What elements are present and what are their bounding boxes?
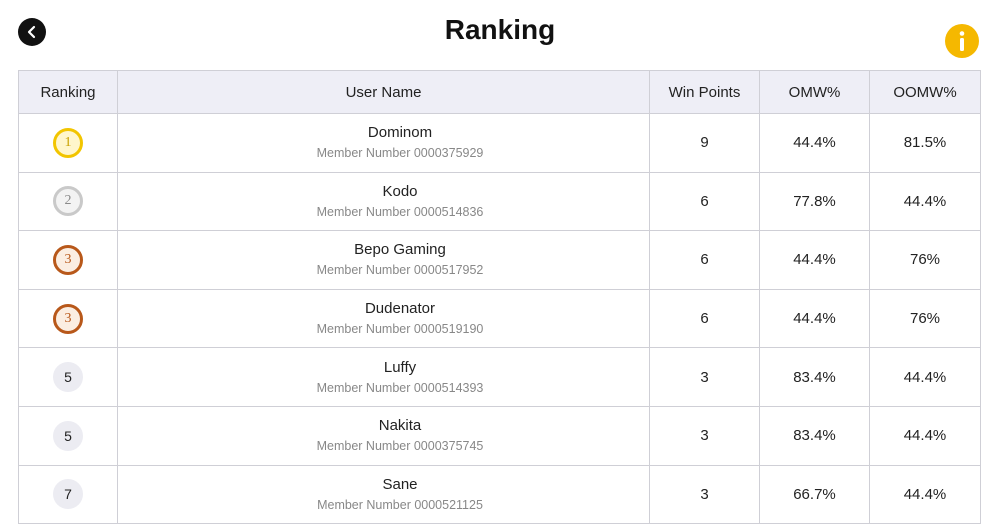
table-row[interactable]: 5 Luffy Member Number 0000514393 3 83.4%… [18,347,981,407]
user-cell: Dominom Member Number 0000375929 [117,113,650,173]
win-points-cell: 3 [649,347,760,407]
rank-cell: 7 [18,464,118,524]
column-header-oomw: OOMW% [869,70,981,114]
table-row[interactable]: 5 Nakita Member Number 0000375745 3 83.4… [18,405,981,466]
omw-cell: 83.4% [759,405,870,466]
member-number: Member Number 0000514836 [316,204,484,219]
win-points-cell: 6 [649,288,760,349]
win-points-cell: 3 [649,405,760,466]
rank-badge: 7 [53,479,83,510]
omw-cell: 83.4% [759,347,870,407]
table-row[interactable]: 7 Sane Member Number 0000521125 3 66.7% … [18,464,981,524]
member-number: Member Number 0000375929 [316,146,484,161]
page-title: Ranking [444,14,556,45]
rank-badge-bronze: 3 [53,303,83,334]
user-name: Dudenator [364,300,436,318]
member-number: Member Number 0000517952 [316,263,484,278]
column-header-omw: OMW% [759,70,870,114]
omw-cell: 44.4% [759,230,870,290]
user-name: Dominom [367,124,433,142]
rank-badge-bronze: 3 [53,244,83,275]
rank-cell: 3 [18,230,118,290]
win-points-cell: 9 [649,113,760,173]
rank-cell: 3 [18,288,118,349]
oomw-cell: 81.5% [869,113,981,173]
user-name: Nakita [378,417,422,435]
omw-cell: 66.7% [759,464,870,524]
oomw-cell: 76% [869,288,981,349]
ranking-table: Ranking User Name Win Points OMW% OOMW% … [18,70,981,524]
member-number: Member Number 0000519190 [316,322,484,337]
member-number: Member Number 0000521125 [317,497,483,512]
rank-badge-silver: 2 [53,186,83,217]
info-button[interactable] [945,24,979,58]
info-icon [959,31,965,51]
omw-cell: 44.4% [759,113,870,173]
user-cell: Luffy Member Number 0000514393 [117,347,650,407]
rank-cell: 2 [18,171,118,232]
member-number: Member Number 0000375745 [316,439,484,454]
rank-badge-gold: 1 [53,127,83,158]
omw-cell: 77.8% [759,171,870,232]
user-cell: Bepo Gaming Member Number 0000517952 [117,230,650,290]
table-header-row: Ranking User Name Win Points OMW% OOMW% [18,70,981,114]
rank-cell: 5 [18,405,118,466]
user-cell: Sane Member Number 0000521125 [117,464,650,524]
user-cell: Dudenator Member Number 0000519190 [117,288,650,349]
oomw-cell: 76% [869,230,981,290]
oomw-cell: 44.4% [869,171,981,232]
omw-cell: 44.4% [759,288,870,349]
column-header-ranking: Ranking [18,70,118,114]
table-row[interactable]: 2 Kodo Member Number 0000514836 6 77.8% … [18,171,981,232]
rank-badge: 5 [53,362,83,393]
table-row[interactable]: 1 Dominom Member Number 0000375929 9 44.… [18,113,981,173]
rank-badge: 5 [53,420,83,451]
member-number: Member Number 0000514393 [316,380,484,395]
column-header-win-points: Win Points [649,70,760,114]
table-row[interactable]: 3 Dudenator Member Number 0000519190 6 4… [18,288,981,349]
user-cell: Kodo Member Number 0000514836 [117,171,650,232]
oomw-cell: 44.4% [869,464,981,524]
win-points-cell: 6 [649,171,760,232]
win-points-cell: 6 [649,230,760,290]
user-cell: Nakita Member Number 0000375745 [117,405,650,466]
table-row[interactable]: 3 Bepo Gaming Member Number 0000517952 6… [18,230,981,290]
win-points-cell: 3 [649,464,760,524]
column-header-user-name: User Name [117,70,650,114]
user-name: Kodo [382,182,418,200]
rank-cell: 5 [18,347,118,407]
oomw-cell: 44.4% [869,347,981,407]
user-name: Luffy [383,358,417,376]
rank-cell: 1 [18,113,118,173]
user-name: Bepo Gaming [354,241,446,259]
oomw-cell: 44.4% [869,405,981,466]
user-name: Sane [382,475,418,493]
